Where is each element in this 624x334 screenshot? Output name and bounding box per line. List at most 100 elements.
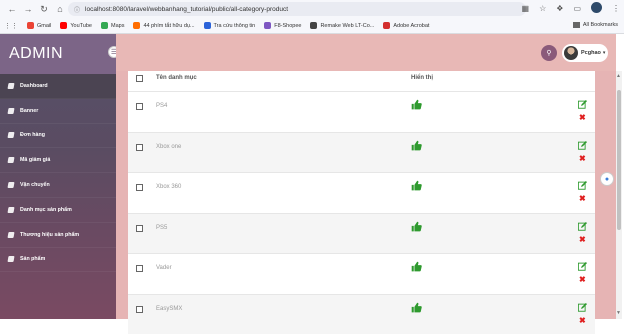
sidebar-item-dashboard[interactable]: Dashboard	[0, 74, 116, 99]
sidebar-item-shipping[interactable]: Vận chuyển	[0, 173, 116, 198]
category-name: Vader	[156, 265, 172, 271]
book-icon	[7, 132, 14, 138]
star-icon[interactable]: ☆	[539, 4, 546, 13]
row-checkbox[interactable]	[136, 306, 143, 313]
profile-avatar[interactable]	[591, 2, 602, 15]
bookmark-shopee[interactable]: F8-Shopee	[264, 22, 301, 29]
edit-icon[interactable]	[578, 181, 587, 190]
lookup-icon	[204, 22, 211, 29]
book-icon	[7, 256, 14, 262]
all-bookmarks[interactable]: All Bookmarks	[573, 22, 618, 28]
site-info-icon[interactable]: ⓘ	[74, 5, 80, 14]
logo-area: ADMIN ☰	[0, 34, 116, 74]
bookmark-label: YouTube	[70, 23, 92, 29]
user-menu[interactable]: Pcghao ▾	[562, 44, 608, 62]
book-icon	[7, 83, 14, 89]
edit-icon[interactable]	[578, 262, 587, 271]
thumbs-up-icon[interactable]	[411, 180, 422, 191]
category-name: PS4	[156, 103, 167, 109]
edit-icon[interactable]	[578, 141, 587, 150]
bookmark-label: Tra cứu thông tin	[214, 23, 256, 29]
row-checkbox[interactable]	[136, 265, 143, 272]
thumbs-up-icon[interactable]	[411, 99, 422, 110]
more-icon[interactable]: ⋮	[612, 4, 620, 13]
shortcuts-icon	[133, 22, 140, 29]
delete-icon[interactable]: ✖	[579, 317, 586, 325]
back-icon[interactable]: ←	[4, 1, 20, 17]
sidepanel-icon[interactable]: ▭	[573, 4, 581, 13]
reload-icon[interactable]: ↻	[36, 1, 52, 17]
sidebar-item-label: Sản phẩm	[20, 256, 45, 262]
thumbs-up-icon[interactable]	[411, 221, 422, 232]
extensions-icon[interactable]: ❖	[556, 4, 563, 13]
sidebar-item-orders[interactable]: Đơn hàng	[0, 124, 116, 149]
row-checkbox[interactable]	[136, 184, 143, 191]
scroll-down-icon[interactable]: ▼	[616, 310, 621, 316]
delete-icon[interactable]: ✖	[579, 276, 586, 284]
thumbs-up-icon[interactable]	[411, 261, 422, 272]
sidebar-item-label: Danh mục sản phẩm	[20, 207, 72, 213]
col-show-header: Hiển thị	[411, 75, 433, 81]
maps-icon	[101, 22, 108, 29]
sidebar-item-coupons[interactable]: Mã giảm giá	[0, 148, 116, 173]
apps-icon[interactable]: ⋮⋮	[4, 22, 18, 30]
bookmark-lookup[interactable]: Tra cứu thông tin	[204, 22, 256, 29]
top-header: ⚲ Pcghao ▾	[116, 34, 616, 71]
assistant-icon[interactable]: ●	[600, 172, 614, 186]
gmail-icon	[27, 22, 34, 29]
select-all-checkbox[interactable]	[136, 75, 143, 82]
folder-icon	[573, 22, 580, 28]
bookmark-gmail[interactable]: Gmail	[27, 22, 51, 29]
sidebar-item-label: Vận chuyển	[20, 182, 50, 188]
scroll-thumb[interactable]	[617, 90, 621, 230]
remake-icon	[310, 22, 317, 29]
edit-icon[interactable]	[578, 100, 587, 109]
sidebar-item-products[interactable]: Sản phẩm	[0, 248, 116, 273]
address-bar[interactable]: ⓘ localhost:8080/laravel/webbanhang_tuto…	[68, 2, 526, 16]
book-icon	[7, 207, 14, 213]
row-checkbox[interactable]	[136, 103, 143, 110]
youtube-icon	[60, 22, 67, 29]
bookmark-label: Remake Web LT-Co...	[320, 23, 374, 29]
scroll-up-icon[interactable]: ▲	[616, 73, 621, 79]
caret-down-icon: ▾	[603, 50, 606, 56]
shopee-icon	[264, 22, 271, 29]
sidebar-item-label: Banner	[20, 108, 38, 114]
delete-icon[interactable]: ✖	[579, 114, 586, 122]
edit-icon[interactable]	[578, 303, 587, 312]
edit-icon[interactable]	[578, 222, 587, 231]
translate-icon[interactable]: ▦	[522, 4, 530, 13]
delete-icon[interactable]: ✖	[579, 155, 586, 163]
bookmark-shortcuts[interactable]: 44 phím tắt hữu dụ...	[133, 22, 194, 29]
table-row: Xbox 360 ✖	[128, 172, 595, 213]
col-name-header: Tên danh mục	[156, 75, 197, 81]
forward-icon[interactable]: →	[20, 1, 36, 17]
logo: ADMIN	[9, 45, 63, 63]
bookmark-maps[interactable]: Maps	[101, 22, 124, 29]
sidebar: ADMIN ☰ Dashboard Banner Đơn hàng Mã giả…	[0, 34, 116, 319]
sidebar-item-brands[interactable]: Thương hiệu sản phẩm	[0, 223, 116, 248]
category-name: PS5	[156, 225, 167, 231]
delete-icon[interactable]: ✖	[579, 195, 586, 203]
row-checkbox[interactable]	[136, 144, 143, 151]
bookmark-acrobat[interactable]: Adobe Acrobat	[383, 22, 429, 29]
sidebar-item-banner[interactable]: Banner	[0, 99, 116, 124]
acrobat-icon	[383, 22, 390, 29]
bookmarks-bar: ⋮⋮ Gmail YouTube Maps 44 phím tắt hữu dụ…	[0, 18, 624, 34]
delete-icon[interactable]: ✖	[579, 236, 586, 244]
row-checkbox[interactable]	[136, 225, 143, 232]
book-icon	[7, 182, 14, 188]
search-icon[interactable]: ⚲	[541, 45, 557, 61]
thumbs-up-icon[interactable]	[411, 140, 422, 151]
table-row: EasySMX ✖	[128, 294, 595, 334]
sidebar-item-categories[interactable]: Danh mục sản phẩm	[0, 198, 116, 223]
category-name: EasySMX	[156, 306, 182, 312]
bookmark-remake[interactable]: Remake Web LT-Co...	[310, 22, 374, 29]
home-icon[interactable]: ⌂	[52, 1, 68, 17]
all-bookmarks-label: All Bookmarks	[583, 22, 618, 28]
bookmark-youtube[interactable]: YouTube	[60, 22, 92, 29]
category-name: Xbox 360	[156, 184, 181, 190]
thumbs-up-icon[interactable]	[411, 302, 422, 313]
table-row: Xbox one ✖	[128, 132, 595, 173]
category-name: Xbox one	[156, 144, 181, 150]
